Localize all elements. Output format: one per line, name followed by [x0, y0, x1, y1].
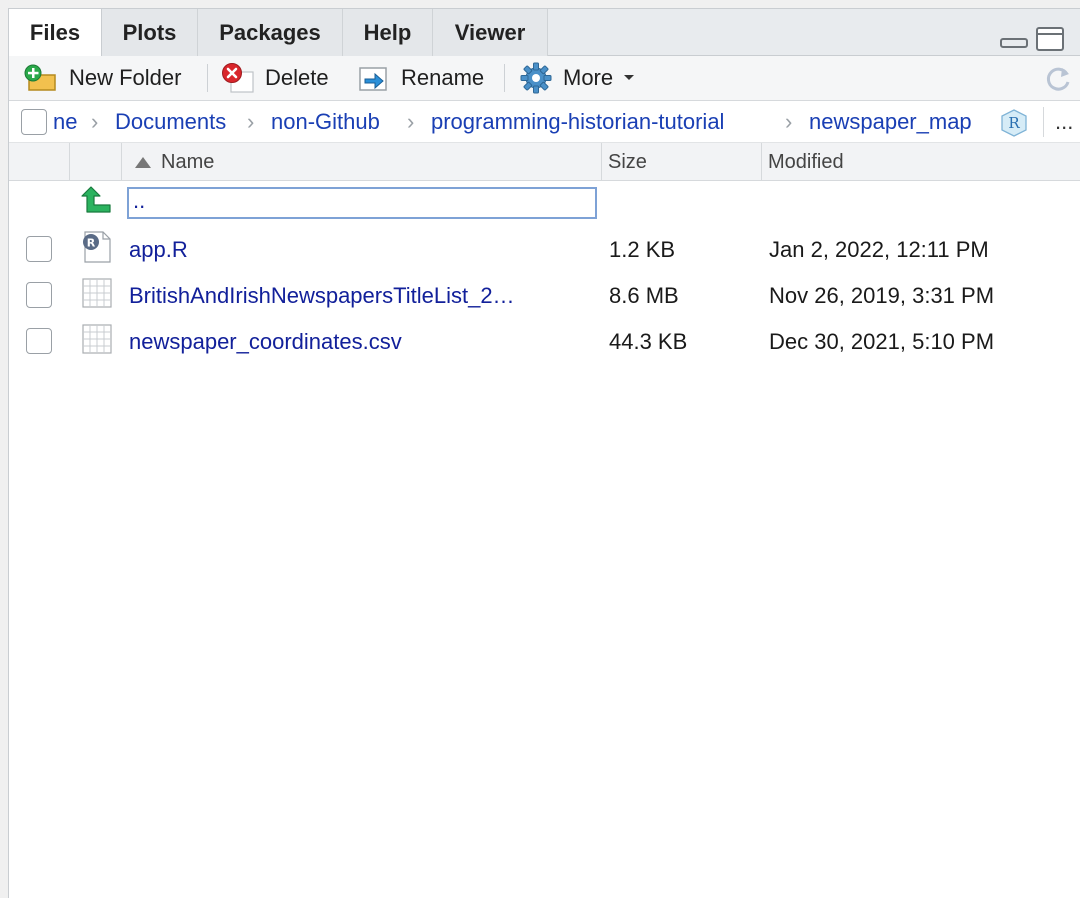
- maximize-icon[interactable]: [1035, 26, 1065, 52]
- file-size: 1.2 KB: [609, 237, 676, 262]
- new-folder-icon: [24, 64, 56, 91]
- file-size: 44.3 KB: [609, 329, 688, 354]
- breadcrumb-item-non-github[interactable]: non-Github: [271, 101, 380, 143]
- sort-ascending-icon: [135, 157, 151, 168]
- header-name[interactable]: Name: [122, 143, 602, 181]
- spreadsheet-file-icon: [82, 324, 112, 354]
- row-checkbox[interactable]: [26, 328, 52, 354]
- svg-text:R: R: [87, 237, 96, 250]
- svg-text:R: R: [1008, 114, 1020, 132]
- table-row[interactable]: R app.R 1.2 KB Jan 2, 2022, 12:11 PM: [9, 227, 1080, 273]
- delete-label: Delete: [265, 65, 329, 90]
- header-select-column: [9, 143, 70, 181]
- breadcrumb-overflow-button[interactable]: ...: [1055, 101, 1073, 143]
- refresh-icon[interactable]: [1043, 64, 1073, 94]
- file-table-header: Name Size Modified: [9, 143, 1080, 181]
- file-name-link[interactable]: BritishAndIrishNewspapersTitleList_2…: [129, 283, 589, 309]
- tab-help[interactable]: Help: [343, 9, 433, 56]
- new-folder-label: New Folder: [69, 65, 182, 90]
- file-modified: Dec 30, 2021, 5:10 PM: [769, 329, 995, 354]
- tab-bar: Files Plots Packages Help Viewer: [9, 9, 1080, 57]
- breadcrumb-item-documents[interactable]: Documents: [115, 101, 226, 143]
- row-checkbox[interactable]: [26, 282, 52, 308]
- delete-button[interactable]: Delete: [221, 56, 329, 100]
- caret-down-icon: [624, 75, 635, 80]
- more-button[interactable]: More: [519, 56, 635, 100]
- minimize-icon[interactable]: [999, 26, 1029, 50]
- file-name-link[interactable]: app.R: [129, 237, 188, 263]
- chevron-right-icon: ›: [407, 109, 415, 134]
- new-folder-button[interactable]: New Folder: [23, 56, 181, 100]
- select-all-checkbox[interactable]: [21, 109, 47, 135]
- toolbar-divider: [207, 64, 208, 92]
- up-arrow-icon[interactable]: [81, 185, 113, 215]
- parent-directory-link[interactable]: ..: [127, 187, 597, 219]
- chevron-right-icon: ›: [247, 109, 255, 134]
- header-icon-column: [70, 143, 122, 181]
- toolbar: New Folder Delete Rename More: [9, 56, 1080, 101]
- breadcrumb-item-newspaper-map[interactable]: newspaper_map: [809, 101, 972, 143]
- header-modified-label: Modified: [768, 150, 844, 173]
- breadcrumb-item-programming-historian-tutorial[interactable]: programming-historian-tutorial: [431, 101, 724, 143]
- row-checkbox[interactable]: [26, 236, 52, 262]
- breadcrumb-item-home[interactable]: ne: [53, 101, 77, 143]
- tab-packages[interactable]: Packages: [198, 9, 343, 56]
- rename-label: Rename: [401, 65, 485, 90]
- delete-icon: [222, 63, 254, 93]
- file-name-link[interactable]: newspaper_coordinates.csv: [129, 329, 402, 355]
- file-modified: Jan 2, 2022, 12:11 PM: [769, 237, 989, 262]
- file-size: 8.6 MB: [609, 283, 679, 308]
- gear-icon: [520, 62, 552, 94]
- more-label: More: [563, 65, 614, 90]
- header-modified[interactable]: Modified: [762, 143, 1080, 181]
- rename-button[interactable]: Rename: [357, 56, 484, 100]
- chevron-right-icon: ›: [785, 109, 793, 134]
- table-row[interactable]: newspaper_coordinates.csv 44.3 KB Dec 30…: [9, 319, 1080, 365]
- toolbar-divider: [504, 64, 505, 92]
- r-file-icon: R: [83, 231, 111, 263]
- header-name-label: Name: [161, 150, 215, 173]
- files-pane: Files Plots Packages Help Viewer New Fol…: [8, 8, 1080, 898]
- breadcrumb: ne › Documents › non-Github › programmin…: [9, 101, 1080, 143]
- header-size[interactable]: Size: [602, 143, 762, 181]
- spreadsheet-file-icon: [82, 278, 112, 308]
- breadcrumb-divider: [1043, 107, 1044, 137]
- tab-viewer[interactable]: Viewer: [433, 9, 548, 56]
- file-modified: Nov 26, 2019, 3:31 PM: [769, 283, 995, 308]
- chevron-right-icon: ›: [91, 109, 99, 134]
- r-project-icon[interactable]: R: [999, 108, 1029, 138]
- header-size-label: Size: [608, 150, 647, 173]
- table-row[interactable]: BritishAndIrishNewspapersTitleList_2… 8.…: [9, 273, 1080, 319]
- rename-icon: [359, 67, 387, 91]
- tab-files[interactable]: Files: [9, 9, 102, 57]
- tab-plots[interactable]: Plots: [102, 9, 198, 56]
